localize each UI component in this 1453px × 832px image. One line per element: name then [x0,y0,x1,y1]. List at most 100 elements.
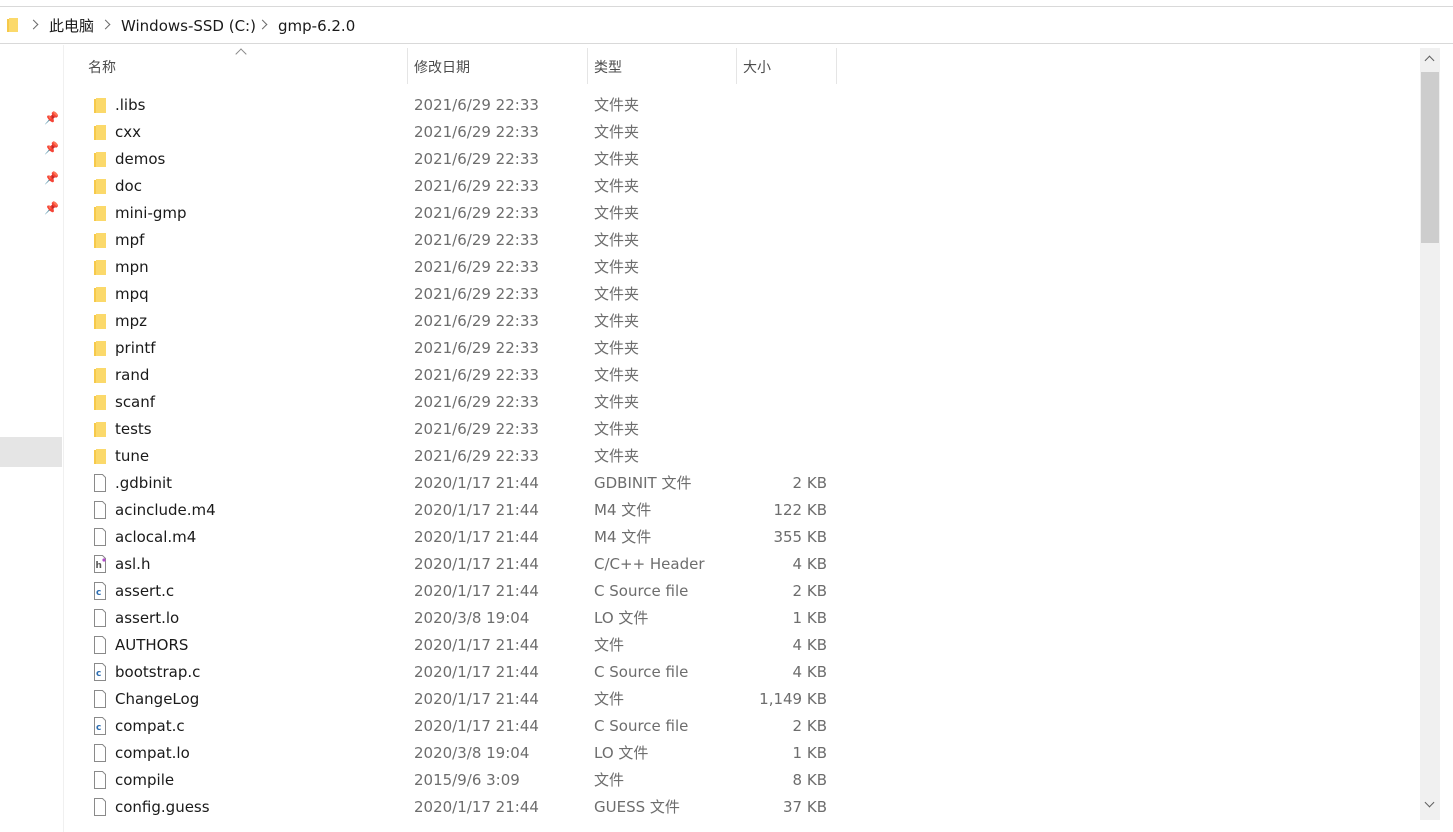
file-row[interactable]: AUTHORS 2020/1/17 21:44 文件 4 KB [86,632,846,659]
column-header-type[interactable]: 类型 [587,48,736,84]
file-date-modified: 2021/6/29 22:33 [414,204,539,222]
file-date-modified: 2015/9/6 3:09 [414,771,520,789]
header-file-icon: h [94,555,106,573]
breadcrumb-separator-icon[interactable] [28,19,39,30]
file-row[interactable]: mpn 2021/6/29 22:33 文件夹 [86,254,846,281]
file-row[interactable]: rand 2021/6/29 22:33 文件夹 [86,362,846,389]
file-type: 文件夹 [594,312,640,330]
file-name: .libs [115,96,146,114]
file-row[interactable]: doc 2021/6/29 22:33 文件夹 [86,173,846,200]
file-size: 1 KB [792,744,827,762]
pin-icon[interactable]: 📌 [44,201,59,215]
file-row[interactable]: .libs 2021/6/29 22:33 文件夹 [86,92,846,119]
file-date-modified: 2020/1/17 21:44 [414,474,539,492]
file-row[interactable]: assert.lo 2020/3/8 19:04 LO 文件 1 KB [86,605,846,632]
file-type: 文件夹 [594,420,640,438]
folder-icon [94,152,106,167]
folder-icon [94,395,106,410]
breadcrumb-this-pc[interactable]: 此电脑 [49,17,94,35]
file-type: C Source file [594,582,689,600]
file-row[interactable]: mpq 2021/6/29 22:33 文件夹 [86,281,846,308]
file-row[interactable]: cxx 2021/6/29 22:33 文件夹 [86,119,846,146]
file-row[interactable]: c assert.c 2020/1/17 21:44 C Source file 2 K… [86,578,846,605]
file-date-modified: 2021/6/29 22:33 [414,420,539,438]
navigation-pane[interactable]: 📌 📌 📌 📌 [0,45,64,832]
file-row[interactable]: h asl.h 2020/1/17 21:44 C/C++ Header 4 KB [86,551,846,578]
column-divider[interactable] [836,48,837,84]
file-name: printf [115,339,156,357]
file-list[interactable]: .libs 2021/6/29 22:33 文件夹 cxx 2021/6/29 22:3… [86,92,846,821]
file-row[interactable]: compat.lo 2020/3/8 19:04 LO 文件 1 KB [86,740,846,767]
file-row[interactable]: c compat.c 2020/1/17 21:44 C Source file 2 K… [86,713,846,740]
file-name: acinclude.m4 [115,501,216,519]
file-row[interactable]: c bootstrap.c 2020/1/17 21:44 C Source file… [86,659,846,686]
file-type: 文件夹 [594,258,640,276]
file-icon [94,474,106,492]
file-icon [94,798,106,816]
file-size: 37 KB [783,798,827,816]
file-name: config.guess [115,798,210,816]
file-type: 文件夹 [594,231,640,249]
file-size: 1 KB [792,609,827,627]
file-row[interactable]: .gdbinit 2020/1/17 21:44 GDBINIT 文件 2 KB [86,470,846,497]
breadcrumb-separator-icon[interactable] [257,19,268,30]
file-row[interactable]: tests 2021/6/29 22:33 文件夹 [86,416,846,443]
file-type: 文件夹 [594,285,640,303]
file-name: aclocal.m4 [115,528,197,546]
file-row[interactable]: scanf 2021/6/29 22:33 文件夹 [86,389,846,416]
file-row[interactable]: printf 2021/6/29 22:33 文件夹 [86,335,846,362]
file-date-modified: 2021/6/29 22:33 [414,312,539,330]
pin-icon[interactable]: 📌 [44,141,59,155]
file-date-modified: 2020/1/17 21:44 [414,636,539,654]
nav-selected-item[interactable] [0,437,62,467]
column-header-size[interactable]: 大小 [736,48,836,84]
breadcrumb-drive[interactable]: Windows-SSD (C:) [121,17,256,35]
file-size: 1,149 KB [759,690,827,708]
file-type: M4 文件 [594,501,652,519]
scroll-down-button[interactable] [1420,797,1440,813]
pin-icon[interactable]: 📌 [44,171,59,185]
file-name: AUTHORS [115,636,189,654]
file-row[interactable]: aclocal.m4 2020/1/17 21:44 M4 文件 355 KB [86,524,846,551]
file-date-modified: 2020/1/17 21:44 [414,717,539,735]
file-row[interactable]: demos 2021/6/29 22:33 文件夹 [86,146,846,173]
folder-icon [94,179,106,194]
file-name: mpn [115,258,149,276]
file-date-modified: 2020/1/17 21:44 [414,663,539,681]
file-row[interactable]: tune 2021/6/29 22:33 文件夹 [86,443,846,470]
pin-icon[interactable]: 📌 [44,111,59,125]
breadcrumb-current-folder[interactable]: gmp-6.2.0 [278,17,355,35]
file-name: rand [115,366,150,384]
column-header-name[interactable]: 名称 [81,48,407,84]
file-date-modified: 2021/6/29 22:33 [414,123,539,141]
scroll-up-button[interactable] [1420,52,1440,68]
address-bar[interactable]: 此电脑 Windows-SSD (C:) gmp-6.2.0 [0,6,1453,44]
file-row[interactable]: mpf 2021/6/29 22:33 文件夹 [86,227,846,254]
file-date-modified: 2020/3/8 19:04 [414,609,530,627]
file-row[interactable]: ChangeLog 2020/1/17 21:44 文件 1,149 KB [86,686,846,713]
file-name: mpf [115,231,145,249]
file-row[interactable]: mini-gmp 2021/6/29 22:33 文件夹 [86,200,846,227]
file-row[interactable]: mpz 2021/6/29 22:33 文件夹 [86,308,846,335]
scrollbar-thumb[interactable] [1421,72,1439,243]
file-name: asl.h [115,555,151,573]
file-row[interactable]: acinclude.m4 2020/1/17 21:44 M4 文件 122 KB [86,497,846,524]
c-source-file-icon: c [94,663,106,681]
file-date-modified: 2021/6/29 22:33 [414,150,539,168]
file-type: 文件夹 [594,204,640,222]
file-name: doc [115,177,142,195]
file-row[interactable]: compile 2015/9/6 3:09 文件 8 KB [86,767,846,794]
file-date-modified: 2020/1/17 21:44 [414,528,539,546]
file-icon [94,528,106,546]
file-icon [94,744,106,762]
file-type: 文件夹 [594,96,640,114]
file-icon [94,771,106,789]
file-icon [94,636,106,654]
folder-icon [94,260,106,275]
breadcrumb-separator-icon[interactable] [100,19,111,30]
column-header-date[interactable]: 修改日期 [407,48,587,84]
folder-icon [94,314,106,329]
file-row[interactable]: config.guess 2020/1/17 21:44 GUESS 文件 37 KB [86,794,846,821]
file-name: assert.lo [115,609,180,627]
file-size: 8 KB [792,771,827,789]
